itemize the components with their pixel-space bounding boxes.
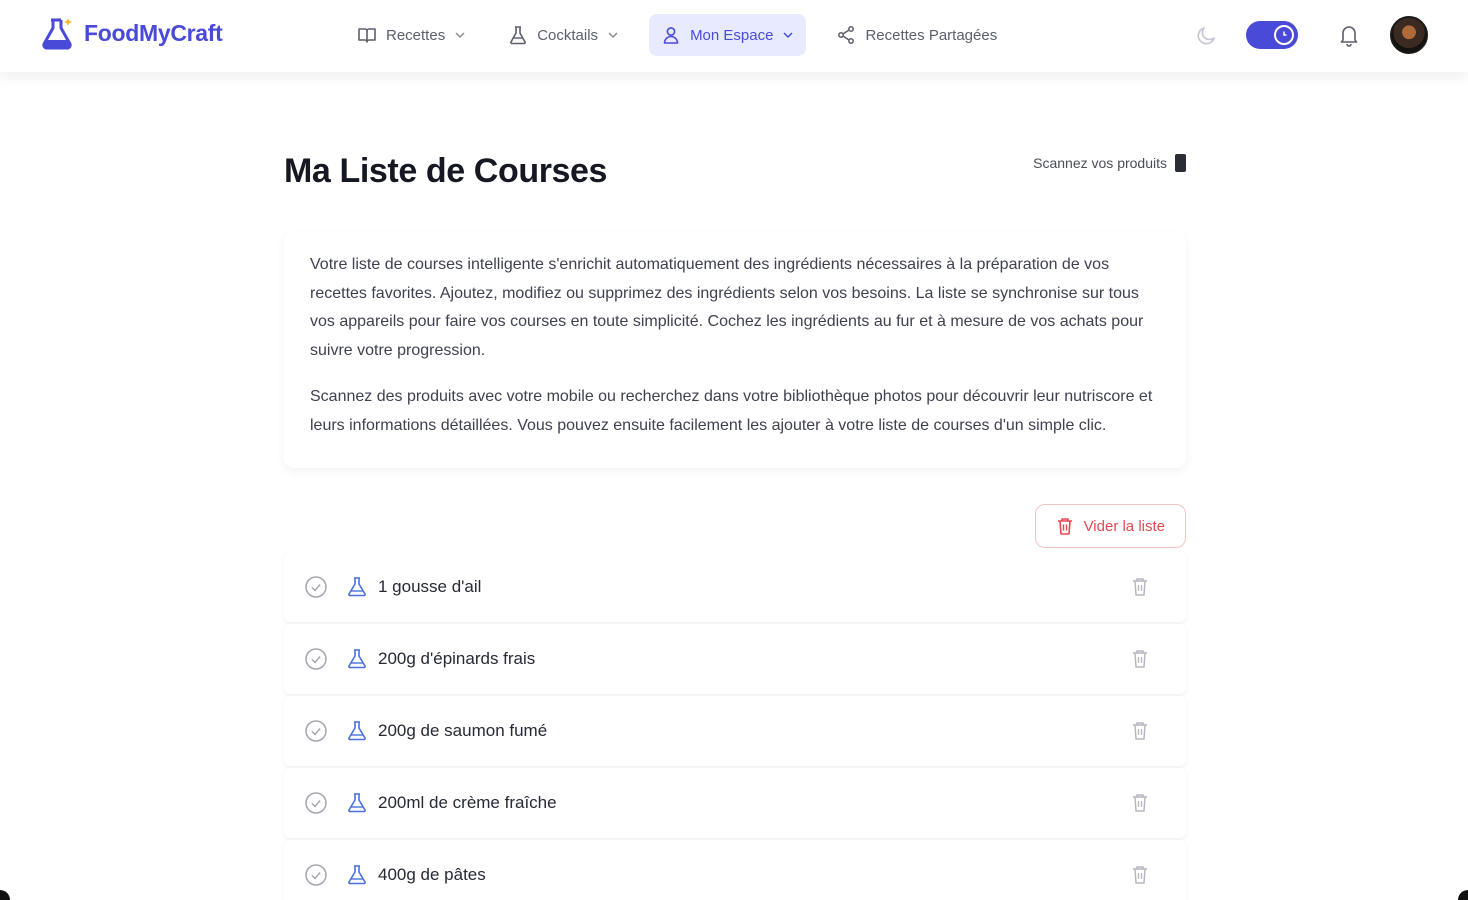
trash-icon[interactable]: [1130, 720, 1150, 742]
flask-icon: [510, 26, 527, 45]
check-circle-icon[interactable]: [304, 575, 328, 599]
trash-icon[interactable]: [1130, 648, 1150, 670]
nav-item-mon-espace[interactable]: Mon Espace: [649, 14, 807, 56]
list-item-label: 200g d'épinards frais: [378, 649, 536, 668]
main-content: Ma Liste de Courses Scannez vos produits…: [284, 130, 1186, 900]
nav-item-recettes-partagees[interactable]: Recettes Partagées: [824, 14, 1009, 56]
window-corner: [1458, 890, 1468, 900]
avatar[interactable]: [1390, 16, 1428, 54]
list-item: 200g d'épinards frais: [284, 624, 1186, 694]
top-navigation-bar: FoodMyCraft Recettes Cocktails Mon Espac…: [0, 0, 1468, 72]
chevron-down-icon: [608, 32, 618, 39]
phone-icon: [1175, 154, 1186, 172]
flask-icon: [348, 793, 366, 813]
title-row: Ma Liste de Courses Scannez vos produits: [284, 130, 1186, 191]
clear-list-label: Vider la liste: [1083, 517, 1165, 535]
check-circle-icon[interactable]: [304, 647, 328, 671]
list-item-label: 1 gousse d'ail: [378, 577, 482, 596]
list-item: 400g de pâtes: [284, 840, 1186, 900]
check-circle-icon[interactable]: [304, 863, 328, 887]
nav-item-recettes[interactable]: Recettes: [345, 14, 478, 56]
intro-paragraph: Votre liste de courses intelligente s'en…: [310, 256, 1144, 359]
brand-name: FoodMyCraft: [84, 19, 223, 46]
list-item: 200g de saumon fumé: [284, 696, 1186, 766]
check-circle-icon[interactable]: [304, 791, 328, 815]
scan-products-link[interactable]: Scannez vos produits: [1033, 154, 1186, 172]
list-item-label: 400g de pâtes: [378, 865, 486, 884]
brand-logo-link[interactable]: FoodMyCraft: [38, 14, 223, 52]
chevron-down-icon: [455, 32, 465, 39]
user-icon: [663, 27, 679, 44]
share-icon: [838, 26, 855, 44]
book-icon: [358, 28, 376, 43]
shopping-list: 1 gousse d'ail 200g d'épinards frais 200…: [284, 552, 1186, 900]
trash-icon[interactable]: [1130, 576, 1150, 598]
clear-list-button[interactable]: Vider la liste: [1034, 504, 1186, 548]
trash-icon[interactable]: [1130, 864, 1150, 886]
moon-icon[interactable]: [1195, 23, 1219, 47]
list-item-label: 200g de saumon fumé: [378, 721, 548, 740]
scan-products-label: Scannez vos produits: [1033, 155, 1167, 171]
flask-icon: [348, 649, 366, 669]
intro-paragraph: Scannez des produits avec votre mobile o…: [310, 388, 1153, 434]
trash-icon: [1057, 518, 1072, 535]
trash-icon[interactable]: [1130, 792, 1150, 814]
list-item: 200ml de crème fraîche: [284, 768, 1186, 838]
header-tools: [1195, 16, 1428, 54]
page-title: Ma Liste de Courses: [284, 152, 608, 190]
bell-icon[interactable]: [1336, 22, 1362, 48]
theme-toggle[interactable]: [1246, 21, 1298, 49]
intro-card: Votre liste de courses intelligente s'en…: [284, 231, 1186, 468]
nav-item-label: Recettes Partagées: [865, 26, 998, 44]
nav-item-label: Cocktails: [537, 26, 599, 44]
list-item-label: 200ml de crème fraîche: [378, 793, 557, 812]
list-item: 1 gousse d'ail: [284, 552, 1186, 622]
clock-icon: [1274, 25, 1294, 45]
flask-icon: [348, 577, 366, 597]
window-corner: [0, 890, 10, 900]
flask-logo-icon: [42, 18, 72, 50]
nav-item-label: Mon Espace: [690, 26, 774, 44]
nav-item-cocktails[interactable]: Cocktails: [496, 14, 631, 56]
main-nav: Recettes Cocktails Mon Espace Recettes P…: [345, 14, 1009, 56]
flask-icon: [348, 865, 366, 885]
chevron-down-icon: [783, 32, 793, 39]
nav-item-label: Recettes: [386, 26, 446, 44]
flask-icon: [348, 721, 366, 741]
list-actions: Vider la liste: [284, 504, 1186, 548]
check-circle-icon[interactable]: [304, 719, 328, 743]
